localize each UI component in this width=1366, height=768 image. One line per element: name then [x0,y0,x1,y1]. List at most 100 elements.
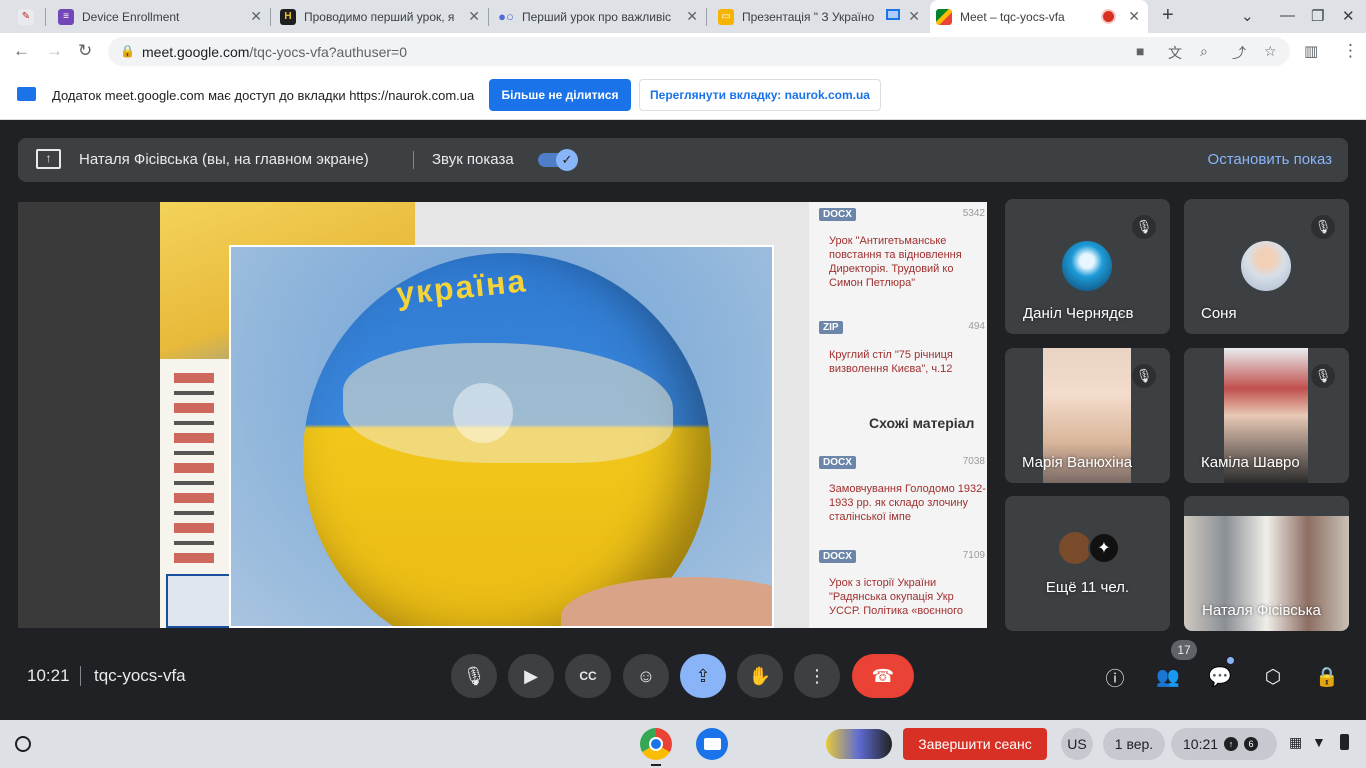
file-badge: ZIP [819,321,843,334]
more-vert-icon: ⋮ [808,665,826,686]
lock-icon[interactable]: 🔒 [120,44,135,58]
notification-count: 6 [1244,737,1259,751]
os-shelf: Завершити сеанс US 1 вер. 10:21 ↑ 6 ▦ ▼ [0,720,1366,768]
captions-button[interactable]: CC [565,654,611,698]
running-indicator [651,764,661,766]
address-bar[interactable]: 🔒 meet.google.com/tqc-yocs-vfa?authuser=… [108,37,1290,66]
new-tab-icon[interactable]: + [1162,4,1174,27]
slides-icon: ▭ [718,8,734,25]
camera-icon[interactable]: ■ [1136,43,1144,59]
tab-pinned[interactable]: ✎ [12,0,40,33]
close-icon[interactable]: ✕ [250,8,262,25]
participant-tile[interactable]: 🎙 Каміла Шавро [1184,348,1349,483]
people-icon[interactable]: 👥 [1155,664,1181,690]
stop-sharing-button[interactable]: Більше не ділитися [489,79,631,111]
reload-icon[interactable]: ↻ [78,41,92,61]
material-link[interactable]: Замовчування Голодомо 1932-1933 рр. як с… [829,482,987,524]
material-link[interactable]: Урок "Антигетьманське повстання та відно… [829,234,987,290]
side-panel-icon[interactable]: ▥ [1304,42,1318,60]
file-badge: DOCX [819,208,856,221]
keyboard-layout[interactable]: US [1061,728,1093,760]
url-host: meet.google.com [142,44,250,60]
present-now-button[interactable]: ⇪ [680,654,726,698]
bookmark-star-icon[interactable]: ☆ [1264,43,1277,60]
participant-name: Соня [1201,305,1237,322]
tab-lesson-1[interactable]: H Проводимо перший урок, я ✕ [274,0,488,33]
restore-icon[interactable]: ❐ [1311,7,1324,25]
casting-icon [886,9,900,20]
host-controls-icon[interactable]: 🔒 [1314,664,1340,690]
view-count: 494 [968,321,985,332]
participant-tile[interactable]: 🎙 Соня [1184,199,1349,334]
check-icon: ✓ [556,149,578,171]
h-logo-icon: H [280,8,296,25]
close-icon[interactable]: ✕ [468,8,480,25]
unread-dot [1227,657,1234,664]
view-tab-button[interactable]: Переглянути вкладку: naurok.com.ua [639,79,881,111]
globe-highlight [453,383,513,443]
avatar [1062,241,1112,291]
forward-icon[interactable]: → [46,41,63,61]
reactions-button[interactable]: ☺ [623,654,669,698]
more-options-button[interactable]: ⋮ [794,654,840,698]
raise-hand-button[interactable]: ✋ [737,654,783,698]
naurok-icon: ●○ [498,9,514,24]
chat-icon[interactable]: 💬 [1207,664,1233,690]
material-link[interactable]: Урок з історії України "Радянська окупац… [829,576,987,618]
close-icon[interactable]: ✕ [908,8,920,25]
material-link[interactable]: Круглий стіл "75 річниця визволення Києв… [829,348,987,376]
end-call-icon: ☎ [871,665,895,686]
tab-lesson-2[interactable]: ●○ Перший урок про важливіс ✕ [492,0,706,33]
view-count: 7038 [962,456,985,467]
info-icon[interactable]: ⓘ [1102,664,1128,690]
translate-icon[interactable]: 文 [1168,43,1182,63]
share-icon[interactable]: ⤴ [1232,43,1246,63]
shelf-time: 10:21 [1183,736,1219,752]
avatar: ✦ [1088,532,1120,564]
materials-sidebar: DOCX 5342 Урок "Антигетьманське повстанн… [809,202,987,628]
participant-tile-self[interactable]: Наталя Фісівська [1184,496,1349,631]
camera-button[interactable]: ▶ [508,654,554,698]
avatar [1241,241,1291,291]
presenting-bar: ↑ Наталя Фісівська (вы, на главном экран… [18,138,1348,182]
participant-name: Даніл Чернядєв [1023,305,1134,322]
similar-materials-heading: Схожі матеріал [869,415,975,431]
menu-kebab-icon[interactable]: ⋮ [1342,41,1359,61]
microphone-button[interactable]: 🎙 [451,654,497,698]
minimize-icon[interactable]: — [1280,7,1295,24]
screen-dark-panel [18,202,160,628]
end-session-button[interactable]: Завершити сеанс [903,728,1047,760]
meeting-code: tqc-yocs-vfa [94,666,186,685]
more-participants-tile[interactable]: ✦ Ещё 11 чел. [1005,496,1170,631]
close-icon[interactable]: ✕ [686,8,698,25]
zoom-icon[interactable]: ⌕ [1200,43,1208,60]
mic-off-icon: 🎙 [1311,364,1335,388]
sound-toggle[interactable]: ✓ [538,149,578,171]
emoji-icon: ☺ [636,665,656,686]
chevron-down-icon[interactable]: ⌄ [1241,7,1254,25]
stop-presenting-button[interactable]: Остановить показ [1208,151,1332,168]
close-icon[interactable]: ✕ [1128,8,1140,25]
date-pill[interactable]: 1 вер. [1103,728,1165,760]
screen-share-icon [17,87,36,101]
file-badge: DOCX [819,550,856,563]
activities-icon[interactable]: ⬡ [1260,664,1286,690]
launcher-icon[interactable] [15,736,31,752]
globe-image [303,253,711,626]
stacked-windows-icon[interactable] [826,729,892,759]
divider [413,151,414,169]
files-icon[interactable] [696,728,728,760]
tab-title: Device Enrollment [82,9,180,24]
participant-tile[interactable]: 🎙 Даніл Чернядєв [1005,199,1170,334]
chrome-icon[interactable] [640,728,672,760]
tab-meet[interactable]: Meet – tqc-yocs-vfa ✕ [930,0,1148,33]
back-icon[interactable]: ← [13,41,30,61]
tab-presentation[interactable]: ▭ Презентація " З Україно ✕ [712,0,928,33]
participant-tile[interactable]: 🎙 Марія Ванюхіна [1005,348,1170,483]
present-icon: ⇪ [695,665,711,686]
tab-device-enrollment[interactable]: ≡ Device Enrollment ✕ [52,0,270,33]
status-tray[interactable]: 10:21 ↑ 6 [1171,728,1277,760]
tab-title: Перший урок про важливіс [522,9,672,24]
close-window-icon[interactable]: ✕ [1342,7,1355,25]
leave-call-button[interactable]: ☎ [852,654,914,698]
